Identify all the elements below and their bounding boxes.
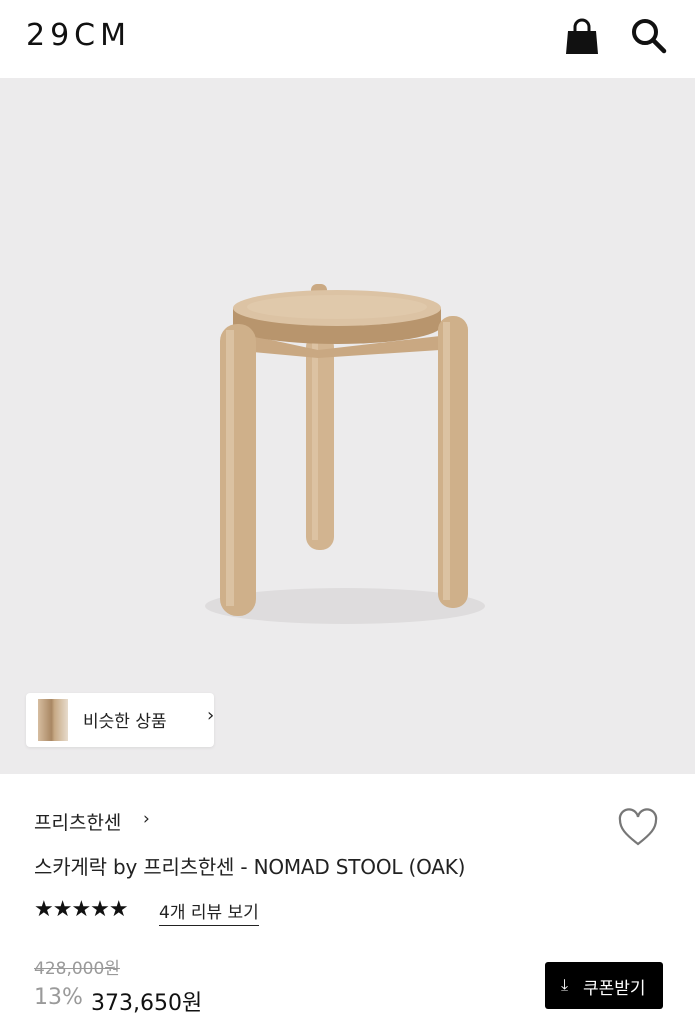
download-icon: ⤓ bbox=[561, 975, 569, 994]
shopping-bag-icon[interactable] bbox=[565, 18, 599, 56]
discount-rate: 13% bbox=[34, 985, 83, 1010]
review-link[interactable]: 4개 리뷰 보기 bbox=[159, 898, 259, 926]
similar-products-label: 비슷한 상품 bbox=[83, 712, 167, 732]
search-icon[interactable] bbox=[630, 17, 668, 55]
stool-image bbox=[205, 284, 485, 624]
original-price: 428,000원 bbox=[34, 959, 120, 979]
product-image[interactable]: 비슷한 상품 › bbox=[0, 78, 695, 774]
sale-price: 373,650원 bbox=[91, 991, 203, 1016]
similar-products-button[interactable]: 비슷한 상품 › bbox=[26, 693, 214, 747]
site-logo[interactable]: 29CM bbox=[26, 18, 131, 53]
chevron-right-icon: › bbox=[143, 809, 150, 829]
rating-stars: ★★★★★ bbox=[34, 897, 129, 922]
product-title: 스카게락 by 프리츠한센 - NOMAD STOOL (OAK) bbox=[34, 855, 466, 879]
brand-link[interactable]: 프리츠한센 bbox=[34, 808, 121, 835]
coupon-button[interactable]: ⤓ 쿠폰받기 bbox=[545, 962, 663, 1009]
chevron-right-icon: › bbox=[207, 705, 215, 726]
heart-icon[interactable] bbox=[617, 808, 659, 848]
top-header: 29CM bbox=[0, 0, 695, 78]
coupon-button-label: 쿠폰받기 bbox=[583, 979, 646, 999]
similar-product-thumbnail bbox=[38, 699, 68, 741]
